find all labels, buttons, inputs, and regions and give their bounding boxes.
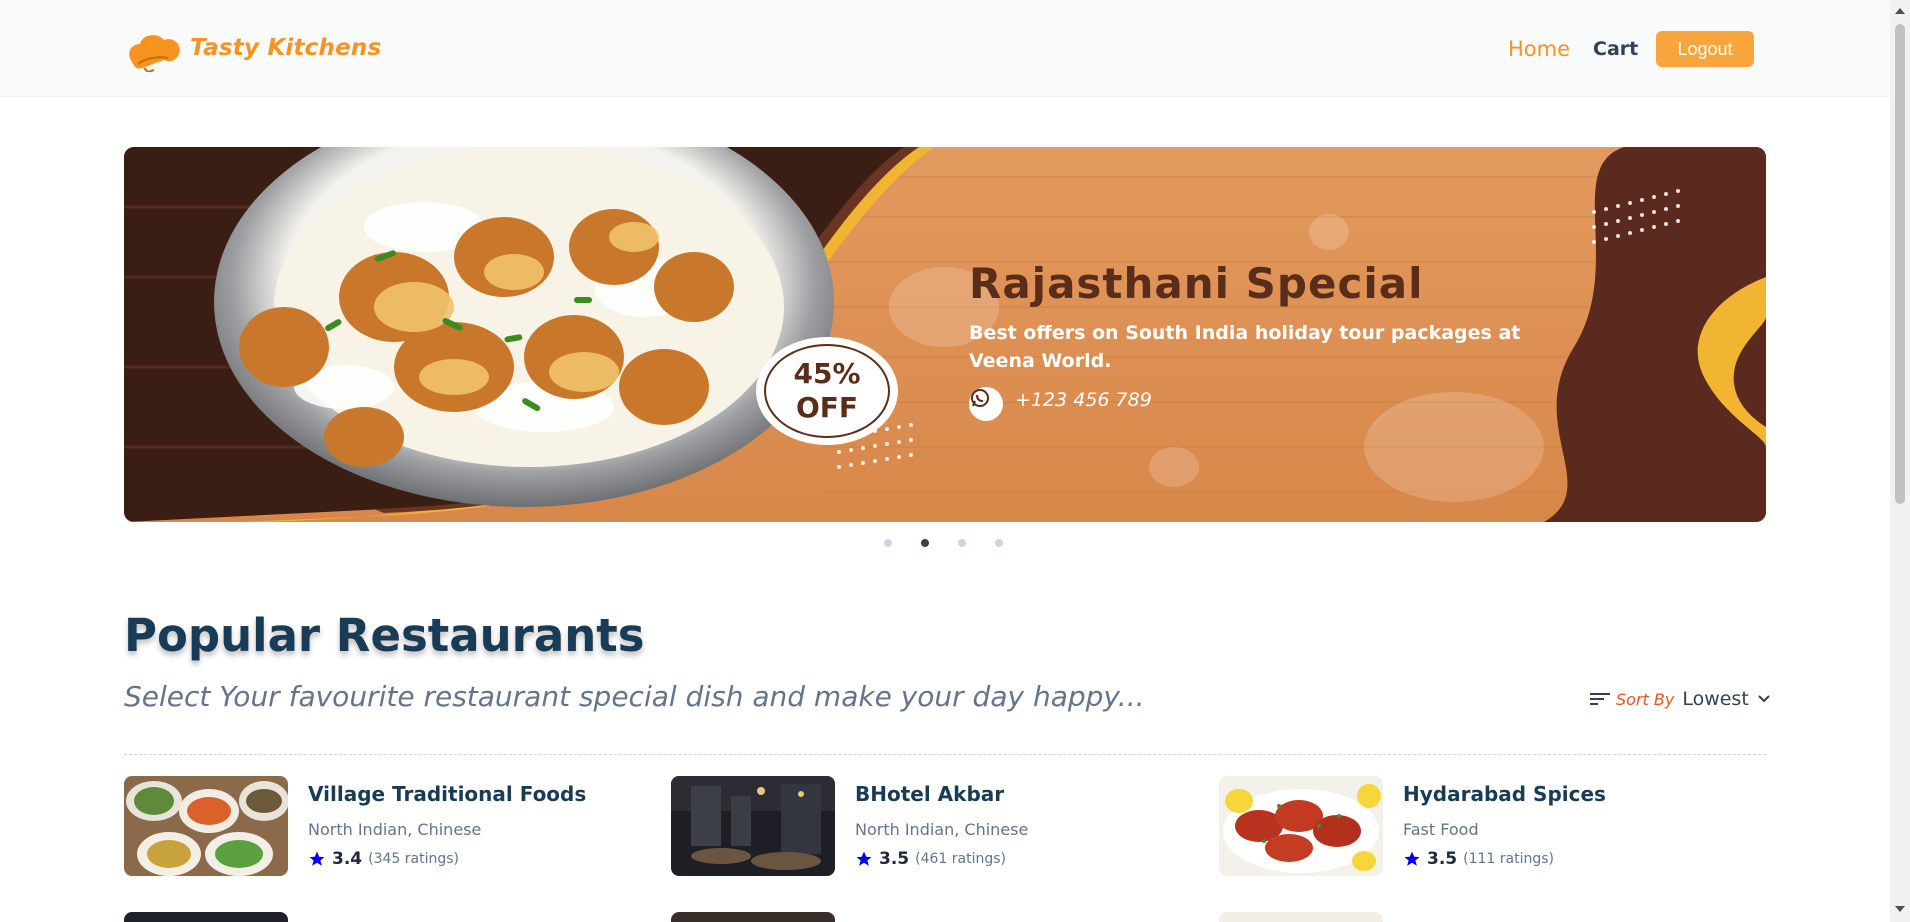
section-divider: [124, 754, 1766, 755]
sort-dropdown[interactable]: Sort By Lowest: [1590, 688, 1771, 710]
scroll-down-icon[interactable]: [1895, 906, 1905, 912]
restaurant-cuisine: Fast Food: [1403, 820, 1479, 839]
banner-phone: +123 456 789: [1015, 389, 1152, 411]
sort-label: Sort By: [1616, 689, 1675, 709]
banner-title: Rajasthani Special: [969, 259, 1424, 308]
sort-value: Lowest: [1682, 688, 1749, 710]
scrollbar-thumb[interactable]: [1895, 24, 1905, 504]
restaurant-rating: 3.5 (111 ratings): [1403, 849, 1606, 869]
restaurant-info: BHotel Akbar North Indian, Chinese 3.5 (…: [855, 776, 1028, 876]
restaurant-image: [671, 776, 835, 876]
nav-cart-link[interactable]: Cart: [1593, 38, 1638, 60]
vertical-scrollbar[interactable]: [1890, 0, 1910, 922]
discount-label: OFF: [795, 391, 859, 424]
restaurant-rating: 3.5 (461 ratings): [855, 849, 1028, 869]
rating-score: 3.5: [879, 849, 910, 869]
sort-icon: [1590, 693, 1610, 705]
restaurant-card[interactable]: Hydarabad Spices Fast Food 3.5 (111 rati…: [1219, 776, 1606, 876]
page: Tasty Kitchens Home Cart Logout 45% OFF …: [0, 0, 1910, 922]
logout-button[interactable]: Logout: [1656, 31, 1754, 67]
carousel-dot-3[interactable]: [958, 539, 966, 547]
brand-name: Tasty Kitchens: [190, 35, 382, 61]
whatsapp-icon: [969, 387, 1003, 421]
restaurant-info: Hydarabad Spices Fast Food 3.5 (111 rati…: [1403, 776, 1606, 876]
navbar: Tasty Kitchens Home Cart Logout: [0, 0, 1890, 97]
chevron-down-icon: [1758, 695, 1770, 703]
brand-logo[interactable]: Tasty Kitchens: [124, 24, 381, 72]
discount-badge-ring: 45% OFF: [764, 344, 890, 438]
offer-banner[interactable]: 45% OFF Rajasthani Special Best offers o…: [124, 147, 1766, 522]
restaurant-image: [124, 776, 288, 876]
restaurant-image-partial[interactable]: [124, 912, 288, 922]
banner-subtitle: Best offers on South India holiday tour …: [969, 322, 1521, 372]
restaurant-name: Village Traditional Foods: [308, 782, 587, 806]
restaurant-card[interactable]: Village Traditional Foods North Indian, …: [124, 776, 586, 876]
rating-score: 3.5: [1427, 849, 1458, 869]
restaurant-image: [1219, 776, 1383, 876]
section-title: Popular Restaurants: [124, 609, 645, 662]
star-icon: [856, 851, 872, 866]
rating-count: (111 ratings): [1463, 851, 1554, 867]
restaurant-card[interactable]: BHotel Akbar North Indian, Chinese 3.5 (…: [671, 776, 1028, 876]
restaurant-image-partial[interactable]: [671, 912, 835, 922]
restaurant-name: Hydarabad Spices: [1403, 782, 1606, 806]
scroll-up-icon[interactable]: [1895, 8, 1905, 14]
carousel-dots: [884, 539, 1003, 547]
rating-count: (461 ratings): [915, 851, 1006, 867]
rating-count: (345 ratings): [368, 851, 459, 867]
section-subtitle: Select Your favourite restaurant special…: [124, 680, 1145, 713]
restaurant-name: BHotel Akbar: [855, 782, 1005, 806]
restaurant-image-partial[interactable]: [1219, 912, 1383, 922]
discount-badge: 45% OFF: [756, 337, 898, 445]
restaurant-rating: 3.4 (345 ratings): [308, 849, 586, 869]
rating-score: 3.4: [332, 849, 363, 869]
chef-hat-icon: [129, 35, 180, 72]
carousel-dot-2[interactable]: [921, 539, 929, 547]
star-icon: [1404, 851, 1420, 866]
restaurant-cuisine: North Indian, Chinese: [308, 820, 482, 839]
restaurant-cuisine: North Indian, Chinese: [855, 820, 1029, 839]
star-icon: [309, 851, 325, 866]
carousel-dot-4[interactable]: [995, 539, 1003, 547]
nav-home-link[interactable]: Home: [1508, 37, 1570, 61]
discount-percent: 45%: [793, 357, 861, 390]
carousel-dot-1[interactable]: [884, 539, 892, 547]
restaurant-info: Village Traditional Foods North Indian, …: [308, 776, 586, 876]
